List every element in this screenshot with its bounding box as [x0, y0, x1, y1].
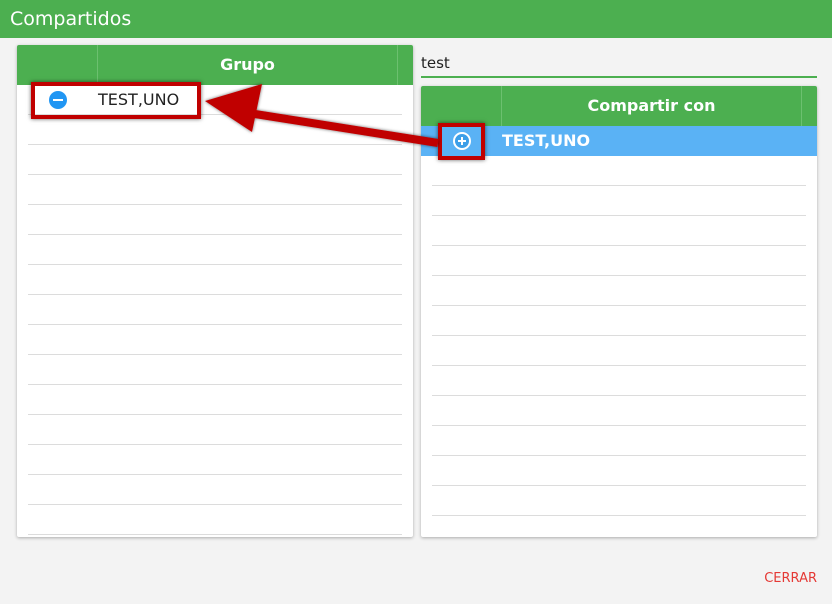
table-row: [28, 355, 402, 385]
window-title-bar: Compartidos: [0, 0, 832, 38]
table-row: [432, 366, 806, 396]
callout-highlight-group-row: [31, 82, 201, 119]
table-row: [28, 475, 402, 505]
column-separator: [801, 86, 802, 126]
table-row: [432, 486, 806, 516]
table-row: [432, 186, 806, 216]
table-row: [28, 505, 402, 535]
table-row: [28, 265, 402, 295]
search-input[interactable]: [421, 52, 817, 78]
table-row: [28, 295, 402, 325]
table-row: [28, 205, 402, 235]
share-row-label: TEST,UNO: [502, 131, 591, 150]
share-grid-header: Compartir con: [421, 86, 817, 126]
window-title: Compartidos: [10, 8, 132, 30]
table-row: [432, 216, 806, 246]
group-column-header[interactable]: Grupo: [98, 45, 397, 85]
table-row: [432, 456, 806, 486]
table-row: [28, 385, 402, 415]
share-column-header[interactable]: Compartir con: [502, 86, 801, 126]
close-button[interactable]: CERRAR: [764, 571, 817, 586]
table-row: [28, 115, 402, 145]
table-row: [28, 145, 402, 175]
callout-highlight-add-button: [438, 123, 485, 160]
table-row: [432, 336, 806, 366]
table-row: [28, 445, 402, 475]
table-row: [28, 325, 402, 355]
table-row: [432, 276, 806, 306]
table-row: [432, 396, 806, 426]
table-row: [28, 235, 402, 265]
table-row: [432, 246, 806, 276]
table-row: [432, 426, 806, 456]
table-row: [432, 306, 806, 336]
column-separator: [397, 45, 398, 85]
table-row: [28, 175, 402, 205]
table-row: [432, 156, 806, 186]
table-row: [28, 415, 402, 445]
group-grid-header: Grupo: [17, 45, 413, 85]
